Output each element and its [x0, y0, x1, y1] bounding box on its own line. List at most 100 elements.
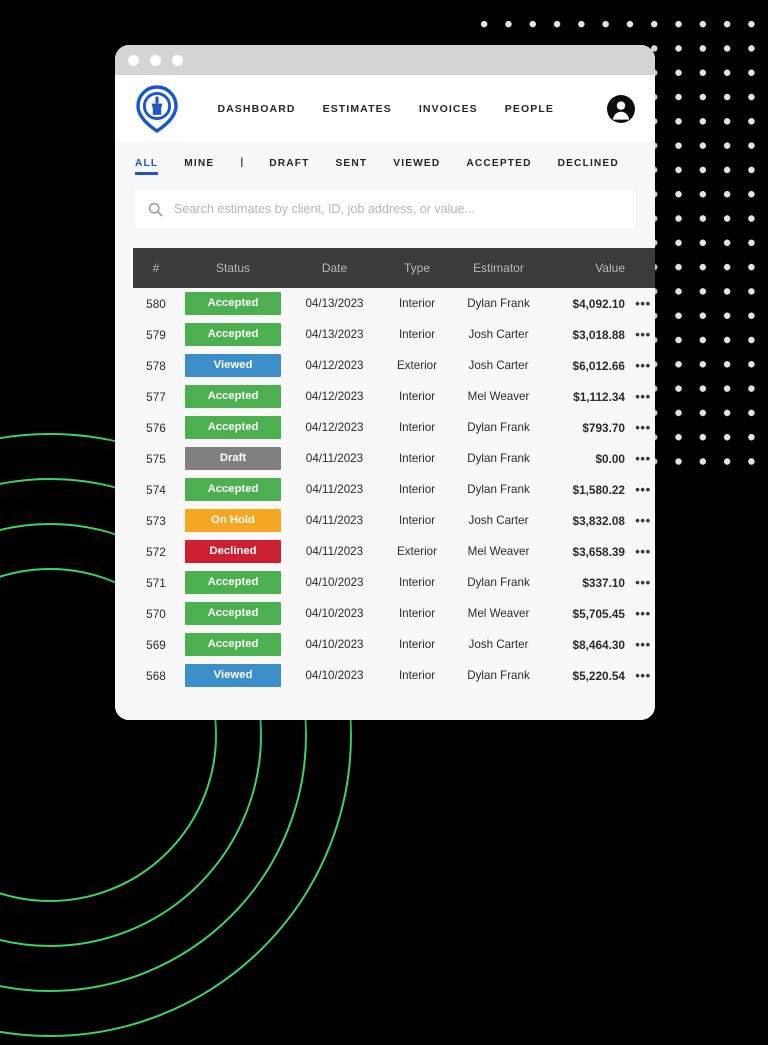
nav-link-estimates[interactable]: ESTIMATES [323, 103, 392, 115]
cell-type: Interior [398, 514, 436, 527]
cell-type: Interior [398, 421, 436, 434]
table-row[interactable]: 572 Declined 04/11/2023 Exterior Mel Weaver $… [133, 536, 655, 567]
table-row[interactable]: 573 On Hold 04/11/2023 Interior Josh Carter $… [133, 505, 655, 536]
search-icon [148, 202, 163, 216]
status-badge: Draft [185, 447, 281, 470]
window-titlebar [115, 45, 655, 75]
window-close-button[interactable] [128, 54, 139, 66]
status-badge: Accepted [185, 385, 281, 408]
table-row[interactable]: 574 Accepted 04/11/2023 Interior Dylan Frank… [133, 474, 655, 505]
nav-link-dashboard[interactable]: DASHBOARD [217, 103, 295, 115]
cell-estimator: Mel Weaver [467, 390, 530, 403]
more-options-icon[interactable]: ••• [635, 327, 650, 342]
table-row[interactable]: 571 Accepted 04/10/2023 Interior Dylan Frank… [133, 567, 655, 598]
search-input-placeholder[interactable]: Search estimates by client, ID, job addr… [174, 202, 475, 216]
cell-status: Viewed [179, 350, 287, 381]
more-options-icon[interactable]: ••• [635, 575, 650, 590]
column-header-date[interactable]: Date [287, 248, 382, 288]
table-row[interactable]: 569 Accepted 04/10/2023 Interior Josh Carter… [133, 629, 655, 660]
more-options-icon[interactable]: ••• [635, 451, 650, 466]
cell-value: $3,832.08 [572, 513, 625, 528]
more-options-icon[interactable]: ••• [635, 513, 650, 528]
status-badge: Accepted [185, 633, 281, 656]
tab-accepted[interactable]: ACCEPTED [466, 151, 531, 175]
column-header-actions [629, 248, 655, 288]
table-row[interactable]: 580 Accepted 04/13/2023 Interior Dylan Frank… [133, 288, 655, 319]
main-nav-links: DASHBOARD ESTIMATES INVOICES PEOPLE [217, 94, 635, 123]
more-options-icon[interactable]: ••• [635, 606, 650, 621]
cell-value: $1,580.22 [572, 482, 625, 497]
nav-link-people[interactable]: PEOPLE [505, 103, 554, 115]
search-bar[interactable]: Search estimates by client, ID, job addr… [133, 188, 637, 230]
cell-type: Interior [398, 390, 436, 403]
tab-viewed[interactable]: VIEWED [393, 151, 440, 175]
filter-tabs: ALL MINE | DRAFT SENT VIEWED ACCEPTED DE… [115, 142, 655, 183]
cell-date: 04/11/2023 [305, 514, 364, 527]
table-header: # Status Date Type Estimator Value [133, 248, 655, 288]
window-maximize-button[interactable] [172, 54, 183, 66]
table-row[interactable]: 578 Viewed 04/12/2023 Exterior Josh Carter $6… [133, 350, 655, 381]
cell-value: $6,012.66 [572, 358, 625, 373]
browser-window: DASHBOARD ESTIMATES INVOICES PEOPLE ALL … [115, 45, 655, 720]
status-badge: On Hold [185, 509, 281, 532]
cell-estimator: Dylan Frank [467, 576, 530, 589]
cell-type: Exterior [397, 545, 437, 558]
cell-number: 570 [146, 606, 166, 621]
cell-status: Accepted [179, 381, 287, 412]
cell-number: 572 [146, 544, 166, 559]
more-options-icon[interactable]: ••• [635, 482, 650, 497]
user-avatar-icon[interactable] [607, 94, 635, 123]
cell-estimator: Mel Weaver [467, 545, 530, 558]
cell-date: 04/10/2023 [305, 607, 364, 620]
cell-value: $5,220.54 [572, 668, 625, 683]
column-header-status[interactable]: Status [179, 248, 287, 288]
cell-number: 580 [146, 296, 166, 311]
cell-number: 574 [146, 482, 166, 497]
more-options-icon[interactable]: ••• [635, 420, 650, 435]
column-header-number[interactable]: # [133, 248, 179, 288]
more-options-icon[interactable]: ••• [635, 358, 650, 373]
table-header-row: # Status Date Type Estimator Value [133, 248, 655, 288]
cell-type: Interior [398, 638, 436, 651]
tab-declined[interactable]: DECLINED [558, 151, 619, 175]
status-badge: Viewed [185, 354, 281, 377]
more-options-icon[interactable]: ••• [635, 389, 650, 404]
cell-actions: ••• [629, 319, 655, 350]
top-navigation-bar: DASHBOARD ESTIMATES INVOICES PEOPLE [115, 75, 655, 142]
cell-estimator: Mel Weaver [467, 607, 530, 620]
nav-link-invoices[interactable]: INVOICES [419, 103, 478, 115]
more-options-icon[interactable]: ••• [635, 544, 650, 559]
cell-actions: ••• [629, 536, 655, 567]
cell-number: 578 [146, 358, 166, 373]
table-row[interactable]: 570 Accepted 04/10/2023 Interior Mel Weaver $… [133, 598, 655, 629]
cell-status: Accepted [179, 598, 287, 629]
tab-separator: | [240, 157, 244, 168]
tab-sent[interactable]: SENT [335, 151, 367, 175]
tab-mine[interactable]: MINE [184, 151, 214, 175]
more-options-icon[interactable]: ••• [635, 668, 650, 683]
status-badge: Accepted [185, 571, 281, 594]
status-badge: Accepted [185, 416, 281, 439]
more-options-icon[interactable]: ••• [635, 296, 650, 311]
cell-value: $1,112.34 [573, 389, 625, 404]
tab-all[interactable]: ALL [135, 151, 159, 175]
status-badge: Accepted [185, 478, 281, 501]
paintbrush-map-pin-logo-icon[interactable] [135, 84, 179, 133]
column-header-estimator[interactable]: Estimator [452, 248, 545, 288]
table-row[interactable]: 576 Accepted 04/12/2023 Interior Dylan Frank… [133, 412, 655, 443]
table-row[interactable]: 577 Accepted 04/12/2023 Interior Mel Weaver $… [133, 381, 655, 412]
table-row[interactable]: 568 Viewed 04/10/2023 Interior Dylan Frank $5… [133, 660, 655, 691]
cell-date: 04/12/2023 [305, 421, 364, 434]
cell-actions: ••• [629, 288, 655, 319]
window-minimize-button[interactable] [150, 54, 161, 66]
cell-estimator: Josh Carter [468, 359, 529, 372]
cell-status: Viewed [179, 660, 287, 691]
cell-status: Draft [179, 443, 287, 474]
cell-estimator: Dylan Frank [467, 452, 530, 465]
table-row[interactable]: 579 Accepted 04/13/2023 Interior Josh Carter… [133, 319, 655, 350]
table-row[interactable]: 575 Draft 04/11/2023 Interior Dylan Frank $0.… [133, 443, 655, 474]
more-options-icon[interactable]: ••• [635, 637, 650, 652]
column-header-type[interactable]: Type [382, 248, 452, 288]
tab-draft[interactable]: DRAFT [269, 151, 309, 175]
column-header-value[interactable]: Value [545, 248, 629, 288]
